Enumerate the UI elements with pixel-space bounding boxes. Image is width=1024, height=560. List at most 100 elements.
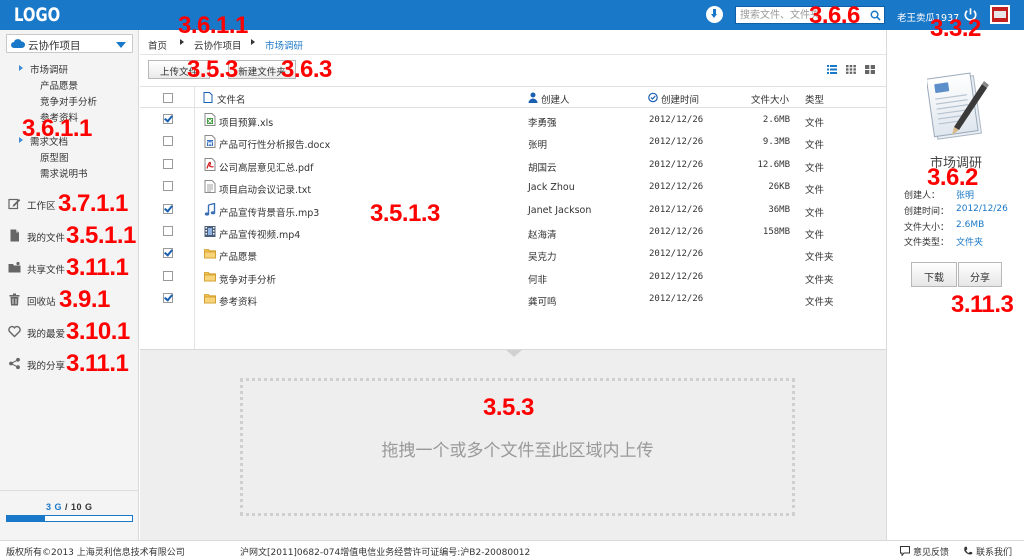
table-row[interactable]: 项目预算.xls 李勇强 2012/12/26 2.6MB 文件 <box>140 109 886 131</box>
file-created: 2012/12/26 <box>649 294 704 305</box>
file-type: 文件 <box>805 185 825 197</box>
nav-label: 我的文件 <box>27 233 66 244</box>
column-header-creator[interactable]: 创建人 <box>541 92 570 106</box>
row-checkbox[interactable] <box>163 181 173 192</box>
file-name[interactable]: 项目启动会议记录.txt <box>219 182 311 196</box>
breadcrumb-home[interactable]: 首页 <box>148 38 167 52</box>
tree-item-competitor-analysis[interactable]: 竞争对手分析 <box>40 94 97 108</box>
annotation-label: 3.7.1.1 <box>58 190 128 217</box>
table-row[interactable]: 产品宣传视频.mp4 赵海清 2012/12/26 158MB 文件 <box>140 221 886 243</box>
file-name[interactable]: 竞争对手分析 <box>219 272 276 286</box>
table-row[interactable]: 公司高层意见汇总.pdf 胡国云 2012/12/26 12.6MB 文件 <box>140 154 886 176</box>
row-checkbox[interactable] <box>163 136 173 147</box>
file-toolbar: 上传文件 新建文件夹 <box>140 56 886 83</box>
file-type: 文件 <box>805 140 825 152</box>
file-size: 26KB <box>768 182 790 193</box>
file-name[interactable]: 产品宣传背景音乐.mp3 <box>219 205 319 219</box>
annotation-label: 3.11.1 <box>66 254 129 281</box>
collapse-arrow-icon[interactable] <box>506 350 522 357</box>
nav-label: 工作区 <box>27 201 56 212</box>
avatar[interactable] <box>990 5 1010 24</box>
file-creator: 张明 <box>528 140 548 152</box>
annotation-label: 3.6.1.1 <box>22 115 92 142</box>
tree-expand-icon[interactable] <box>19 65 23 71</box>
details-created: 创建时间： 2012/12/26 <box>904 204 1008 217</box>
tree-item-prototype[interactable]: 原型图 <box>40 150 69 164</box>
share-button[interactable]: 分享 <box>958 262 1002 287</box>
row-checkbox[interactable] <box>163 248 173 259</box>
annotation-label: 3.3.2 <box>930 15 981 42</box>
file-size: 158MB <box>762 227 790 237</box>
row-checkbox[interactable] <box>163 270 173 281</box>
nav-label: 共享文件 <box>27 265 66 276</box>
file-name[interactable]: 产品愿景 <box>219 249 257 263</box>
table-row[interactable]: 产品宣传背景音乐.mp3 Janet Jackson 2012/12/26 36MB 文… <box>140 199 886 221</box>
logo[interactable]: LOGO <box>14 4 60 26</box>
column-header-type[interactable]: 类型 <box>805 92 824 106</box>
table-row[interactable]: 竞争对手分析 何非 2012/12/26 文件夹 <box>140 266 886 288</box>
quota-total: 10 G <box>71 502 93 512</box>
table-row[interactable]: 参考资料 龚可鸣 2012/12/26 文件夹 <box>140 288 886 310</box>
file-size: 9.3MB <box>762 137 790 148</box>
trash-icon <box>9 293 20 306</box>
list-view-icon[interactable] <box>827 65 837 74</box>
word-file-icon <box>204 135 216 149</box>
feedback-link[interactable]: 意见反馈 <box>913 545 949 558</box>
annotation-label: 3.10.1 <box>66 318 130 345</box>
download-icon[interactable] <box>706 6 723 23</box>
row-checkbox[interactable] <box>163 226 173 236</box>
annotation-label: 3.9.1 <box>59 286 110 313</box>
file-name[interactable]: 公司高层意见汇总.pdf <box>219 160 313 174</box>
search-icon[interactable] <box>870 10 881 21</box>
file-name[interactable]: 产品宣传视频.mp4 <box>219 227 300 241</box>
grid-view-icon[interactable] <box>846 65 856 74</box>
clock-icon <box>648 92 658 103</box>
divider <box>0 490 139 491</box>
folder-icon <box>204 292 216 305</box>
share-icon <box>9 357 20 370</box>
file-creator: 龚可鸣 <box>528 297 557 309</box>
column-header-created[interactable]: 创建时间 <box>661 92 699 106</box>
storage-quota: 3 G / 10 G <box>46 502 93 512</box>
annotation-label: 3.6.6 <box>809 2 860 29</box>
tree-item-product-vision[interactable]: 产品愿景 <box>40 78 78 92</box>
tree-item-market-research[interactable]: 市场调研 <box>30 62 68 76</box>
annotation-label: 3.11.3 <box>951 291 1014 318</box>
audio-file-icon <box>204 202 216 216</box>
file-type: 文件 <box>805 118 825 129</box>
breadcrumb-project[interactable]: 云协作项目 <box>194 38 242 52</box>
file-created: 2012/12/26 <box>649 182 704 193</box>
details-created-label: 创建时间： <box>904 207 950 217</box>
contact-link[interactable]: 联系我们 <box>976 545 1012 558</box>
file-created: 2012/12/26 <box>649 227 704 237</box>
row-checkbox[interactable] <box>163 293 173 304</box>
download-button[interactable]: 下载 <box>911 262 957 287</box>
folder-icon <box>204 270 216 283</box>
nav-label: 回收站 <box>27 297 56 308</box>
row-checkbox[interactable] <box>163 203 173 214</box>
table-row[interactable]: 产品愿景 吴克力 2012/12/26 文件夹 <box>140 243 886 265</box>
details-size-value: 2.6MB <box>956 220 985 230</box>
file-name[interactable]: 参考资料 <box>219 294 257 308</box>
tree-item-requirement-spec[interactable]: 需求说明书 <box>40 166 88 180</box>
column-header-name[interactable]: 文件名 <box>217 92 246 106</box>
breadcrumb: 首页 云协作项目 市场调研 <box>140 30 886 55</box>
table-row[interactable]: 产品可行性分析报告.docx 张明 2012/12/26 9.3MB 文件 <box>140 131 886 153</box>
file-type: 文件夹 <box>805 297 834 309</box>
file-name[interactable]: 项目预算.xls <box>219 115 273 129</box>
select-all-checkbox[interactable] <box>163 93 173 103</box>
row-checkbox[interactable] <box>163 114 173 124</box>
file-name[interactable]: 产品可行性分析报告.docx <box>219 137 330 151</box>
row-checkbox[interactable] <box>163 158 173 169</box>
heart-icon <box>8 325 21 338</box>
quota-separator: / <box>62 502 72 512</box>
project-select[interactable]: 云协作项目 <box>6 34 133 53</box>
breadcrumb-current: 市场调研 <box>265 41 304 52</box>
file-creator: Janet Jackson <box>528 204 592 216</box>
project-select-label: 云协作项目 <box>28 40 81 52</box>
table-row[interactable]: 项目启动会议记录.txt Jack Zhou 2012/12/26 26KB 文件 <box>140 176 886 198</box>
column-header-size[interactable]: 文件大小 <box>751 92 789 106</box>
file-header-icon <box>203 92 213 103</box>
file-creator: 李勇强 <box>528 118 557 129</box>
thumbnail-view-icon[interactable] <box>865 65 875 74</box>
